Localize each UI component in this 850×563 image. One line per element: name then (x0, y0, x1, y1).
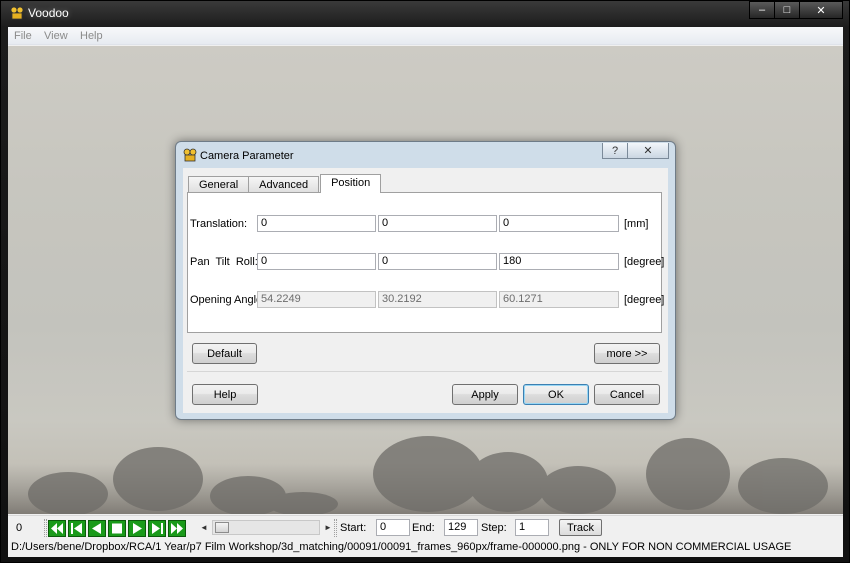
tab-advanced[interactable]: Advanced (248, 176, 320, 193)
ok-button[interactable]: OK (523, 384, 589, 405)
translation-y-input[interactable]: 0 (378, 215, 497, 232)
roll-input[interactable]: 180 (499, 253, 619, 270)
frame-scrollbar[interactable]: ◄ ► (198, 520, 334, 535)
rotation-unit: [degree] (624, 256, 665, 268)
step-label: Step: (481, 522, 507, 534)
step-back-icon[interactable] (68, 520, 86, 537)
tree-silhouettes (8, 436, 843, 514)
go-last-icon[interactable] (168, 520, 186, 537)
scroll-left-icon[interactable]: ◄ (198, 520, 210, 535)
pan-tilt-roll-label: Pan Tilt Roll: (190, 256, 258, 268)
position-tab-pane: Translation: 0 0 0 [mm] Pan Tilt Roll: 0… (187, 192, 665, 333)
opening-angle-h-field: 54.2249 (257, 291, 376, 308)
dialog-separator (187, 371, 662, 372)
app-icon (10, 6, 24, 20)
frame-number: 0 (16, 522, 23, 534)
scroll-right-icon[interactable]: ► (322, 520, 334, 535)
end-label: End: (412, 522, 435, 534)
tab-general[interactable]: General (188, 176, 250, 193)
help-button[interactable]: Help (192, 384, 258, 405)
maximize-button[interactable]: □ (774, 1, 800, 19)
apply-button[interactable]: Apply (452, 384, 518, 405)
tab-position[interactable]: Position (320, 174, 382, 193)
more-button[interactable]: more >> (594, 343, 660, 364)
toolbar-grip (44, 519, 47, 537)
track-button[interactable]: Track (559, 519, 602, 536)
angle-unit: [degree] (624, 294, 665, 306)
toolbar-grip (334, 519, 337, 537)
cancel-button[interactable]: Cancel (594, 384, 660, 405)
step-forward-icon[interactable] (148, 520, 166, 537)
minimize-button[interactable]: – (749, 1, 775, 19)
camera-icon (183, 148, 197, 162)
opening-angle-label: Opening Angle: (190, 294, 266, 306)
camera-parameter-dialog: Camera Parameter ? ✕ General Advanced Po… (175, 141, 676, 420)
window-title: Voodoo (28, 6, 69, 20)
menu-help[interactable]: Help (80, 30, 103, 42)
playback-toolbar: 0 ◄ ► Start: 0 End: 129 Step: 1 Track (8, 515, 843, 539)
menu-view[interactable]: View (44, 30, 68, 42)
translation-x-input[interactable]: 0 (257, 215, 376, 232)
scroll-track[interactable] (212, 520, 320, 535)
menu-file[interactable]: File (14, 30, 32, 42)
dialog-body: General Advanced Position Translation: 0… (183, 168, 668, 413)
start-label: Start: (340, 522, 367, 534)
scroll-thumb[interactable] (215, 522, 229, 533)
step-input[interactable]: 1 (515, 519, 549, 536)
go-first-icon[interactable] (48, 520, 66, 537)
start-input[interactable]: 0 (376, 519, 410, 536)
end-input[interactable]: 129 (444, 519, 478, 536)
help-icon[interactable]: ? (602, 143, 628, 159)
title-bar[interactable]: Voodoo – □ ✕ (1, 1, 849, 26)
translation-z-input[interactable]: 0 (499, 215, 619, 232)
play-backward-icon[interactable] (88, 520, 106, 537)
opening-angle-d-field: 60.1271 (499, 291, 619, 308)
translation-label: Translation: (190, 218, 248, 230)
play-forward-icon[interactable] (128, 520, 146, 537)
stop-icon[interactable] (108, 520, 126, 537)
status-text: D:/Users/bene/Dropbox/RCA/1 Year/p7 Film… (11, 541, 792, 553)
default-button[interactable]: Default (192, 343, 257, 364)
close-button[interactable]: ✕ (799, 1, 843, 19)
dialog-title: Camera Parameter (200, 150, 294, 162)
translation-unit: [mm] (624, 218, 649, 230)
menu-bar: File View Help (8, 27, 843, 45)
tab-bar: General Advanced Position (188, 174, 382, 193)
opening-angle-v-field: 30.2192 (378, 291, 497, 308)
tilt-input[interactable]: 0 (378, 253, 497, 270)
dialog-close-button[interactable]: ✕ (627, 143, 669, 159)
status-bar: D:/Users/bene/Dropbox/RCA/1 Year/p7 Film… (8, 539, 843, 557)
pan-input[interactable]: 0 (257, 253, 376, 270)
